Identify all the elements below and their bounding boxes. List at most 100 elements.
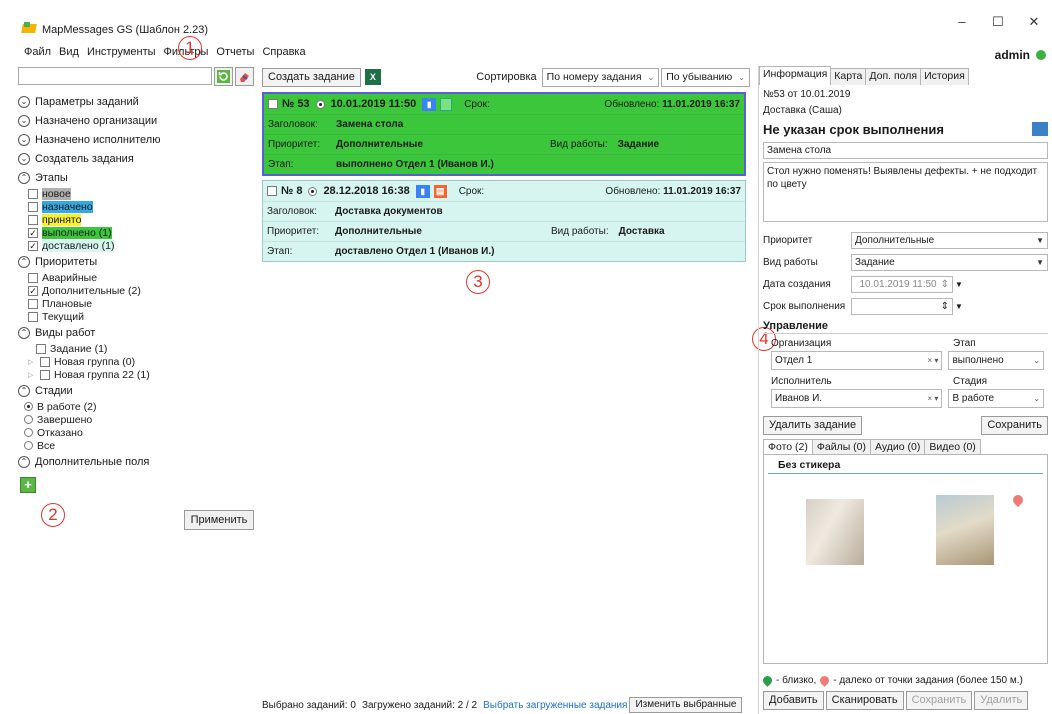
priority-item[interactable]: Текущий [18, 310, 258, 323]
delete-task-button[interactable]: Удалить задание [763, 416, 863, 435]
clear-filter-button[interactable] [235, 66, 254, 86]
menu-file[interactable]: Файл [20, 44, 55, 60]
section-task-params[interactable]: ⌄ Параметры заданий [18, 92, 258, 111]
phase-item[interactable]: Все [18, 439, 258, 452]
chart-icon[interactable]: ▮ [422, 97, 437, 111]
checkbox-checked[interactable]: ✓ [28, 227, 38, 238]
stage-select[interactable]: выполнено ⌄ [948, 351, 1044, 370]
menu-reports[interactable]: Отчеты [212, 44, 258, 60]
section-work-types[interactable]: ⌃ Виды работ [18, 323, 258, 342]
chart-icon[interactable]: ▮ [415, 184, 430, 198]
document-icon[interactable] [440, 97, 453, 111]
priority-item[interactable]: Аварийные [18, 271, 258, 284]
task-select-checkbox[interactable] [268, 99, 278, 109]
task-description-field[interactable]: Стол нужно поменять! Выявлены дефекты. +… [763, 162, 1048, 222]
stage-item[interactable]: ✓ доставлено (1) [18, 239, 258, 252]
checkbox[interactable] [40, 356, 50, 367]
dropdown-arrow-icon[interactable]: ▼ [955, 280, 963, 289]
task-card[interactable]: № 8 28.12.2018 16:38 ▮ ▤ Срок: Обновлено… [262, 180, 746, 262]
sort-direction-select[interactable]: По убыванию ⌄ [661, 67, 750, 87]
create-task-button[interactable]: Создать задание [262, 67, 361, 87]
search-input[interactable] [18, 67, 212, 85]
section-extra-fields[interactable]: ⌃ Дополнительные поля [18, 452, 258, 471]
checkbox[interactable] [36, 343, 46, 354]
menu-view[interactable]: Вид [55, 44, 83, 60]
stage-item[interactable]: назначено [18, 200, 258, 213]
minimize-button[interactable]: – [944, 10, 980, 34]
change-selected-button[interactable]: Изменить выбранные [629, 697, 743, 713]
created-date-picker[interactable]: 10.01.2019 11:50 ⇕ [851, 275, 953, 293]
work-type-item[interactable]: Задание (1) [18, 342, 258, 355]
stage-item[interactable]: принято [18, 213, 258, 226]
task-radio[interactable] [315, 99, 325, 109]
section-priorities[interactable]: ⌃ Приоритеты [18, 252, 258, 271]
checkbox-checked[interactable]: ✓ [28, 240, 38, 251]
select-loaded-link[interactable]: Выбрать загруженные задания [483, 700, 627, 711]
photo-thumbnail[interactable] [806, 499, 864, 565]
tab-photos[interactable]: Фото (2) [763, 439, 813, 454]
keyboard-icon[interactable] [1032, 122, 1048, 136]
radio[interactable] [24, 415, 33, 424]
phase-select[interactable]: В работе ⌄ [948, 389, 1044, 408]
add-field-button[interactable]: + [20, 477, 36, 493]
task-radio[interactable] [308, 186, 318, 196]
menu-help[interactable]: Справка [258, 44, 309, 60]
scan-button[interactable]: Сканировать [825, 691, 904, 710]
checkbox[interactable] [28, 188, 38, 199]
radio[interactable] [24, 441, 33, 450]
checkbox[interactable] [28, 201, 38, 212]
org-select[interactable]: Отдел 1 × ▾ [771, 351, 943, 370]
section-assigned-executor[interactable]: ⌄ Назначено исполнителю [18, 130, 258, 149]
executor-select[interactable]: Иванов И. × ▾ [771, 389, 943, 408]
priority-select[interactable]: Дополнительные ▼ [851, 231, 1048, 249]
save-task-button[interactable]: Сохранить [981, 416, 1048, 435]
checkbox-checked[interactable]: ✓ [28, 285, 38, 296]
section-stages[interactable]: ⌃ Этапы [18, 168, 258, 187]
task-select-checkbox[interactable] [267, 186, 277, 196]
dropdown-arrow-icon[interactable]: ▼ [955, 302, 963, 311]
tab-extra-fields[interactable]: Доп. поля [865, 68, 922, 85]
priority-item[interactable]: ✓ Дополнительные (2) [18, 284, 258, 297]
save-media-button[interactable]: Сохранить [905, 691, 973, 710]
checkbox[interactable] [28, 311, 38, 322]
delete-media-button[interactable]: Удалить [974, 691, 1029, 710]
phase-item[interactable]: В работе (2) [18, 400, 258, 413]
checkbox[interactable] [28, 298, 38, 309]
clear-dropdown-icon[interactable]: × ▾ [928, 390, 939, 407]
checkbox[interactable] [28, 214, 38, 225]
phase-item[interactable]: Отказано [18, 426, 258, 439]
tab-video[interactable]: Видео (0) [924, 439, 981, 454]
excel-export-icon[interactable]: X [364, 69, 381, 85]
close-button[interactable]: ✕ [1016, 10, 1052, 34]
priority-item[interactable]: Плановые [18, 297, 258, 310]
work-type-item[interactable]: ▷ Новая группа (0) [18, 355, 258, 368]
tab-files[interactable]: Файлы (0) [811, 439, 871, 454]
task-card[interactable]: № 53 10.01.2019 11:50 ▮ Срок: Обновлено:… [262, 92, 746, 176]
section-creator[interactable]: ⌄ Создатель задания [18, 149, 258, 168]
phase-item[interactable]: Завершено [18, 413, 258, 426]
sort-field-select[interactable]: По номеру задания ⌄ [541, 67, 660, 87]
tab-map[interactable]: Карта [830, 68, 867, 85]
refresh-button[interactable] [214, 66, 233, 86]
checkbox[interactable] [40, 369, 50, 380]
checkbox[interactable] [28, 272, 38, 283]
maximize-button[interactable]: ☐ [980, 10, 1016, 34]
expand-arrow-icon[interactable]: ▷ [28, 371, 36, 379]
radio[interactable] [24, 428, 33, 437]
add-media-button[interactable]: Добавить [763, 691, 824, 710]
due-date-picker[interactable]: ⇕ [851, 297, 953, 315]
stage-item[interactable]: новое [18, 187, 258, 200]
clear-dropdown-icon[interactable]: × ▾ [928, 352, 939, 369]
work-type-select[interactable]: Задание ▼ [851, 253, 1048, 271]
tab-history[interactable]: История [920, 68, 969, 85]
tab-info[interactable]: Информация [759, 66, 832, 85]
radio-selected[interactable] [24, 402, 33, 411]
menu-tools[interactable]: Инструменты [83, 44, 160, 60]
section-phases[interactable]: ⌃ Стадии [18, 381, 258, 400]
stage-item[interactable]: ✓ выполнено (1) [18, 226, 258, 239]
document-icon[interactable]: ▤ [433, 184, 447, 198]
tab-audio[interactable]: Аудио (0) [870, 439, 926, 454]
photo-thumbnail[interactable] [936, 495, 994, 565]
apply-button[interactable]: Применить [184, 510, 254, 530]
section-assigned-org[interactable]: ⌄ Назначено организации [18, 111, 258, 130]
